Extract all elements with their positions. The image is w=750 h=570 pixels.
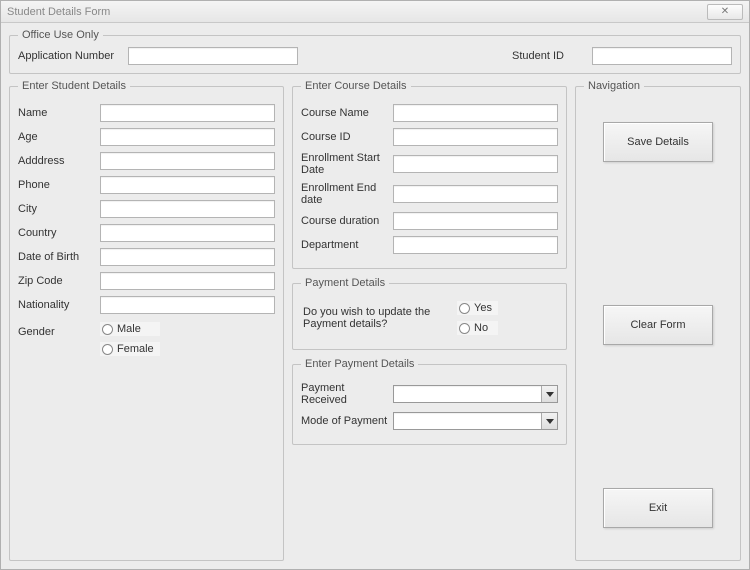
nav-legend: Navigation <box>584 80 644 92</box>
window: Student Details Form ✕ Office Use Only A… <box>0 0 750 570</box>
payreceived-select[interactable] <box>393 385 558 403</box>
dob-input[interactable] <box>100 248 275 266</box>
save-button[interactable]: Save Details <box>603 122 713 162</box>
radio-icon <box>459 303 470 314</box>
studentid-label: Student ID <box>512 50 582 62</box>
titlebar: Student Details Form ✕ <box>1 1 749 23</box>
phone-input[interactable] <box>100 176 275 194</box>
studentid-input[interactable] <box>592 47 732 65</box>
zip-input[interactable] <box>100 272 275 290</box>
payment-details-group: Enter Payment Details Payment Received M… <box>292 358 567 445</box>
payq-text: Do you wish to update the Payment detail… <box>303 306 443 330</box>
nationality-input[interactable] <box>100 296 275 314</box>
appnum-label: Application Number <box>18 50 118 62</box>
duration-label: Course duration <box>301 215 393 227</box>
zip-label: Zip Code <box>18 275 100 287</box>
nationality-label: Nationality <box>18 299 100 311</box>
dept-input[interactable] <box>393 236 558 254</box>
navigation-group: Navigation Save Details Clear Form Exit <box>575 80 741 561</box>
payq-legend: Payment Details <box>301 277 389 289</box>
coursename-label: Course Name <box>301 107 393 119</box>
name-input[interactable] <box>100 104 275 122</box>
payreceived-label: Payment Received <box>301 382 393 406</box>
gender-male-radio[interactable]: Male <box>100 322 160 336</box>
chevron-down-icon <box>541 413 557 429</box>
course-legend: Enter Course Details <box>301 80 411 92</box>
student-group: Enter Student Details Name Age Adddress … <box>9 80 284 561</box>
radio-icon <box>459 323 470 334</box>
city-label: City <box>18 203 100 215</box>
payd-legend: Enter Payment Details <box>301 358 418 370</box>
enrollstart-label: Enrollment Start Date <box>301 152 393 176</box>
enrollstart-input[interactable] <box>393 155 558 173</box>
city-input[interactable] <box>100 200 275 218</box>
courseid-input[interactable] <box>393 128 558 146</box>
payment-question-group: Payment Details Do you wish to update th… <box>292 277 567 350</box>
payq-yes-radio[interactable]: Yes <box>457 301 498 315</box>
chevron-down-icon <box>541 386 557 402</box>
payq-yes-label: Yes <box>474 302 492 314</box>
address-input[interactable] <box>100 152 275 170</box>
enrollend-label: Enrollment End date <box>301 182 393 206</box>
payq-no-radio[interactable]: No <box>457 321 498 335</box>
office-use-group: Office Use Only Application Number Stude… <box>9 29 741 74</box>
gender-male-label: Male <box>117 323 141 335</box>
age-label: Age <box>18 131 100 143</box>
address-label: Adddress <box>18 155 100 167</box>
dept-label: Department <box>301 239 393 251</box>
radio-icon <box>102 324 113 335</box>
duration-input[interactable] <box>393 212 558 230</box>
paymode-select[interactable] <box>393 412 558 430</box>
exit-button[interactable]: Exit <box>603 488 713 528</box>
clear-button[interactable]: Clear Form <box>603 305 713 345</box>
gender-label: Gender <box>18 322 100 338</box>
paymode-label: Mode of Payment <box>301 415 393 427</box>
coursename-input[interactable] <box>393 104 558 122</box>
name-label: Name <box>18 107 100 119</box>
window-title: Student Details Form <box>7 6 707 18</box>
dob-label: Date of Birth <box>18 251 100 263</box>
appnum-input[interactable] <box>128 47 298 65</box>
course-group: Enter Course Details Course Name Course … <box>292 80 567 269</box>
radio-icon <box>102 344 113 355</box>
student-legend: Enter Student Details <box>18 80 130 92</box>
courseid-label: Course ID <box>301 131 393 143</box>
gender-female-radio[interactable]: Female <box>100 342 160 356</box>
age-input[interactable] <box>100 128 275 146</box>
country-input[interactable] <box>100 224 275 242</box>
gender-female-label: Female <box>117 343 154 355</box>
country-label: Country <box>18 227 100 239</box>
client-area: Office Use Only Application Number Stude… <box>1 23 749 569</box>
enrollend-input[interactable] <box>393 185 558 203</box>
close-icon[interactable]: ✕ <box>707 4 743 20</box>
office-legend: Office Use Only <box>18 29 103 41</box>
payq-no-label: No <box>474 322 488 334</box>
phone-label: Phone <box>18 179 100 191</box>
